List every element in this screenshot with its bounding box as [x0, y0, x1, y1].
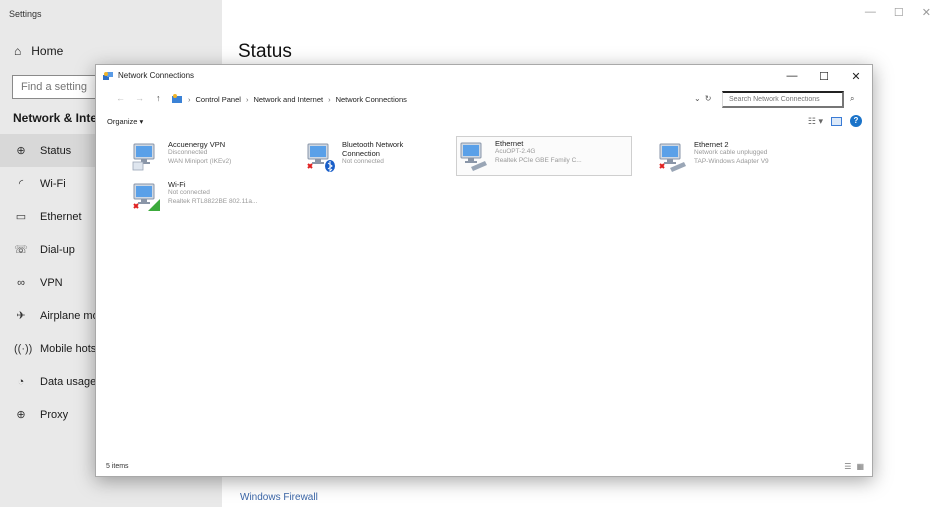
connection-device: TAP-Windows Adapter V9 — [694, 157, 769, 165]
connection-name: Bluetooth Network Connection — [342, 140, 404, 158]
wifi-x-adapter-icon — [130, 178, 166, 214]
data-usage-icon: ◔ — [17, 375, 25, 388]
connection-status: AcuOPT-2.4G — [495, 148, 536, 155]
view-options-icon[interactable]: ☷ ▾ — [808, 116, 823, 127]
connection-item[interactable]: Ethernet AcuOPT-2.4G Realtek PCIe GBE Fami… — [456, 136, 632, 176]
vpn-icon: ∞ — [17, 276, 25, 289]
bluetooth-adapter-icon — [304, 138, 340, 174]
ethernet-x-adapter-icon — [656, 138, 692, 174]
connection-name: Accuenergy VPN — [168, 140, 226, 149]
connection-text: Ethernet 2 Network cable unplugged TAP-Win… — [694, 140, 830, 166]
page-title: Status — [238, 41, 292, 62]
connection-device: Realtek PCIe GBE Family C... — [495, 156, 582, 164]
sidebar-item-label: Wi-Fi — [40, 177, 66, 190]
vpn-adapter-icon — [130, 138, 166, 174]
proxy-icon: ⊕ — [16, 409, 26, 421]
settings-close-button[interactable]: ✕ — [922, 6, 931, 19]
ethernet-icon: ▭ — [15, 211, 27, 223]
connection-text: Wi-Fi Not connected Realtek RTL8822BE 802.… — [168, 180, 304, 206]
organize-button[interactable]: Organize ▾ — [107, 117, 143, 126]
wifi-icon: ◜ — [18, 178, 24, 190]
nc-statusbar: 5 items ☰ ▦ — [96, 458, 872, 476]
settings-maximize-button[interactable]: ☐ — [894, 6, 904, 19]
network-connections-icon — [103, 72, 113, 80]
tiles-view-icon[interactable]: ▦ — [856, 462, 864, 471]
preview-pane-icon[interactable] — [831, 116, 842, 126]
connection-device: Realtek RTL8822BE 802.11a... — [168, 197, 258, 205]
sidebar-item-label: Proxy — [40, 408, 69, 421]
nc-minimize-button[interactable]: — — [776, 65, 808, 87]
settings-minimize-button[interactable]: — — [865, 6, 876, 19]
ethernet-adapter-icon — [457, 137, 493, 173]
connection-item[interactable]: Wi-Fi Not connected Realtek RTL8822BE 802.… — [130, 178, 306, 218]
airplane-icon: ✈ — [16, 310, 26, 322]
view-toggle: ☰ ▦ — [844, 462, 864, 471]
home-icon: ⌂ — [14, 44, 22, 58]
sidebar-item-label: Mobile hotsp — [40, 342, 103, 355]
help-icon[interactable]: ? — [850, 115, 862, 127]
items-count: 5 items — [106, 463, 129, 470]
nc-maximize-button[interactable]: ☐ — [808, 65, 840, 87]
forward-arrow-icon[interactable]: → — [135, 93, 144, 103]
address-bar: ← → ↑ › Control Panel › Network and Interne… — [96, 89, 872, 111]
breadcrumb-separator-icon: › — [188, 95, 191, 104]
connection-name: Wi-Fi — [168, 180, 186, 189]
connection-name: Ethernet 2 — [694, 140, 729, 149]
connection-item[interactable]: Accuenergy VPN Disconnected WAN Miniport (… — [130, 138, 306, 178]
sidebar-item-label: VPN — [40, 276, 63, 289]
globe-icon: ⊕ — [16, 145, 26, 157]
connection-name: Ethernet — [495, 139, 524, 148]
nav-arrows: ← → — [116, 93, 144, 103]
nc-title: Network Connections — [118, 71, 195, 80]
nav-home-label: Home — [31, 44, 64, 58]
breadcrumb: › Control Panel › Network and Internet › Netw… — [188, 95, 407, 104]
connection-device: WAN Miniport (IKEv2) — [168, 157, 232, 165]
breadcrumb-item[interactable]: Network Connections — [336, 95, 407, 104]
settings-titlebar: Settings — ☐ ✕ — [0, 0, 943, 30]
sidebar-item-label: Status — [40, 144, 72, 157]
connection-status: Not connected — [168, 189, 210, 196]
settings-window-controls: — ☐ ✕ — [865, 6, 931, 19]
windows-firewall-link[interactable]: Windows Firewall — [240, 492, 318, 503]
connection-item[interactable]: Ethernet 2 Network cable unplugged TAP-Win… — [656, 138, 832, 178]
details-view-icon[interactable]: ☰ — [844, 462, 851, 471]
refresh-icon[interactable]: ↻ — [705, 94, 712, 103]
nc-titlebar[interactable]: Network Connections — ☐ ✕ — [96, 65, 872, 87]
breadcrumb-separator-icon: › — [245, 95, 249, 104]
hotspot-icon: ((·)) — [14, 342, 33, 355]
connection-item[interactable]: Bluetooth Network Connection Not connecte… — [304, 138, 480, 178]
nc-close-button[interactable]: ✕ — [840, 65, 872, 87]
connection-text: Ethernet AcuOPT-2.4G Realtek PCIe GBE Fami… — [495, 139, 631, 165]
search-icon[interactable]: ⌕ — [850, 94, 854, 104]
dialup-icon: ☏ — [14, 244, 28, 256]
sidebar-item-label: Data usage — [40, 375, 97, 388]
connection-status: Network cable unplugged — [694, 149, 768, 156]
settings-title: Settings — [9, 9, 42, 19]
connection-status: Disconnected — [168, 149, 208, 156]
toolbar-right: ☷ ▾ ? — [808, 115, 862, 127]
connection-text: Accuenergy VPN Disconnected WAN Miniport (… — [168, 140, 304, 166]
back-arrow-icon[interactable]: ← — [116, 93, 125, 103]
search-input[interactable] — [722, 91, 844, 108]
up-arrow-icon[interactable]: ↑ — [156, 93, 161, 103]
control-panel-icon — [172, 94, 182, 103]
network-connections-window: Network Connections — ☐ ✕ ← → ↑ › Control… — [95, 64, 873, 477]
address-actions: ⌄ ↻ — [694, 94, 711, 103]
nc-window-controls: — ☐ ✕ — [776, 65, 872, 87]
sidebar-item-label: Dial-up — [40, 243, 75, 256]
breadcrumb-item[interactable]: Control Panel — [196, 95, 241, 104]
breadcrumb-item[interactable]: Network and Internet — [253, 95, 323, 104]
breadcrumb-separator-icon: › — [328, 95, 331, 104]
chevron-down-icon[interactable]: ⌄ — [694, 94, 701, 103]
sidebar-item-label: Ethernet — [40, 210, 82, 223]
connections-list: Accuenergy VPN Disconnected WAN Miniport (… — [96, 133, 872, 458]
nc-toolbar: Organize ▾ ☷ ▾ ? — [96, 113, 872, 131]
nav-home[interactable]: ⌂ Home — [14, 44, 63, 58]
